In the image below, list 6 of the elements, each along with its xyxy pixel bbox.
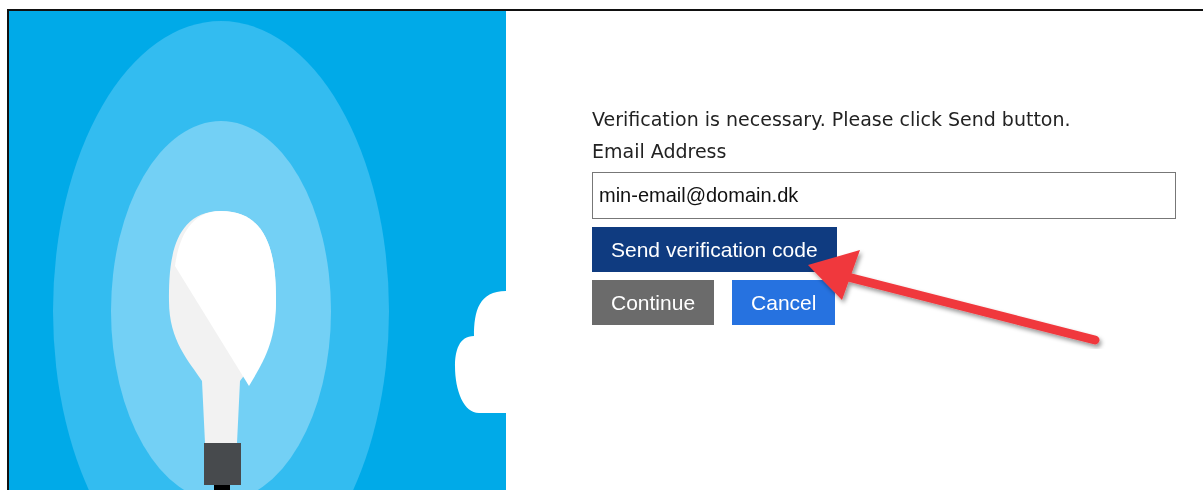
instruction-text: Verification is necessary. Please click Send button.: [592, 107, 1072, 132]
email-input-field[interactable]: min-email@domain.dk: [592, 172, 1176, 219]
cancel-button[interactable]: Cancel: [732, 280, 836, 325]
continue-button[interactable]: Continue: [592, 280, 715, 325]
send-code-button[interactable]: Send verification code: [592, 227, 837, 272]
email-label: Email Address: [592, 139, 728, 164]
